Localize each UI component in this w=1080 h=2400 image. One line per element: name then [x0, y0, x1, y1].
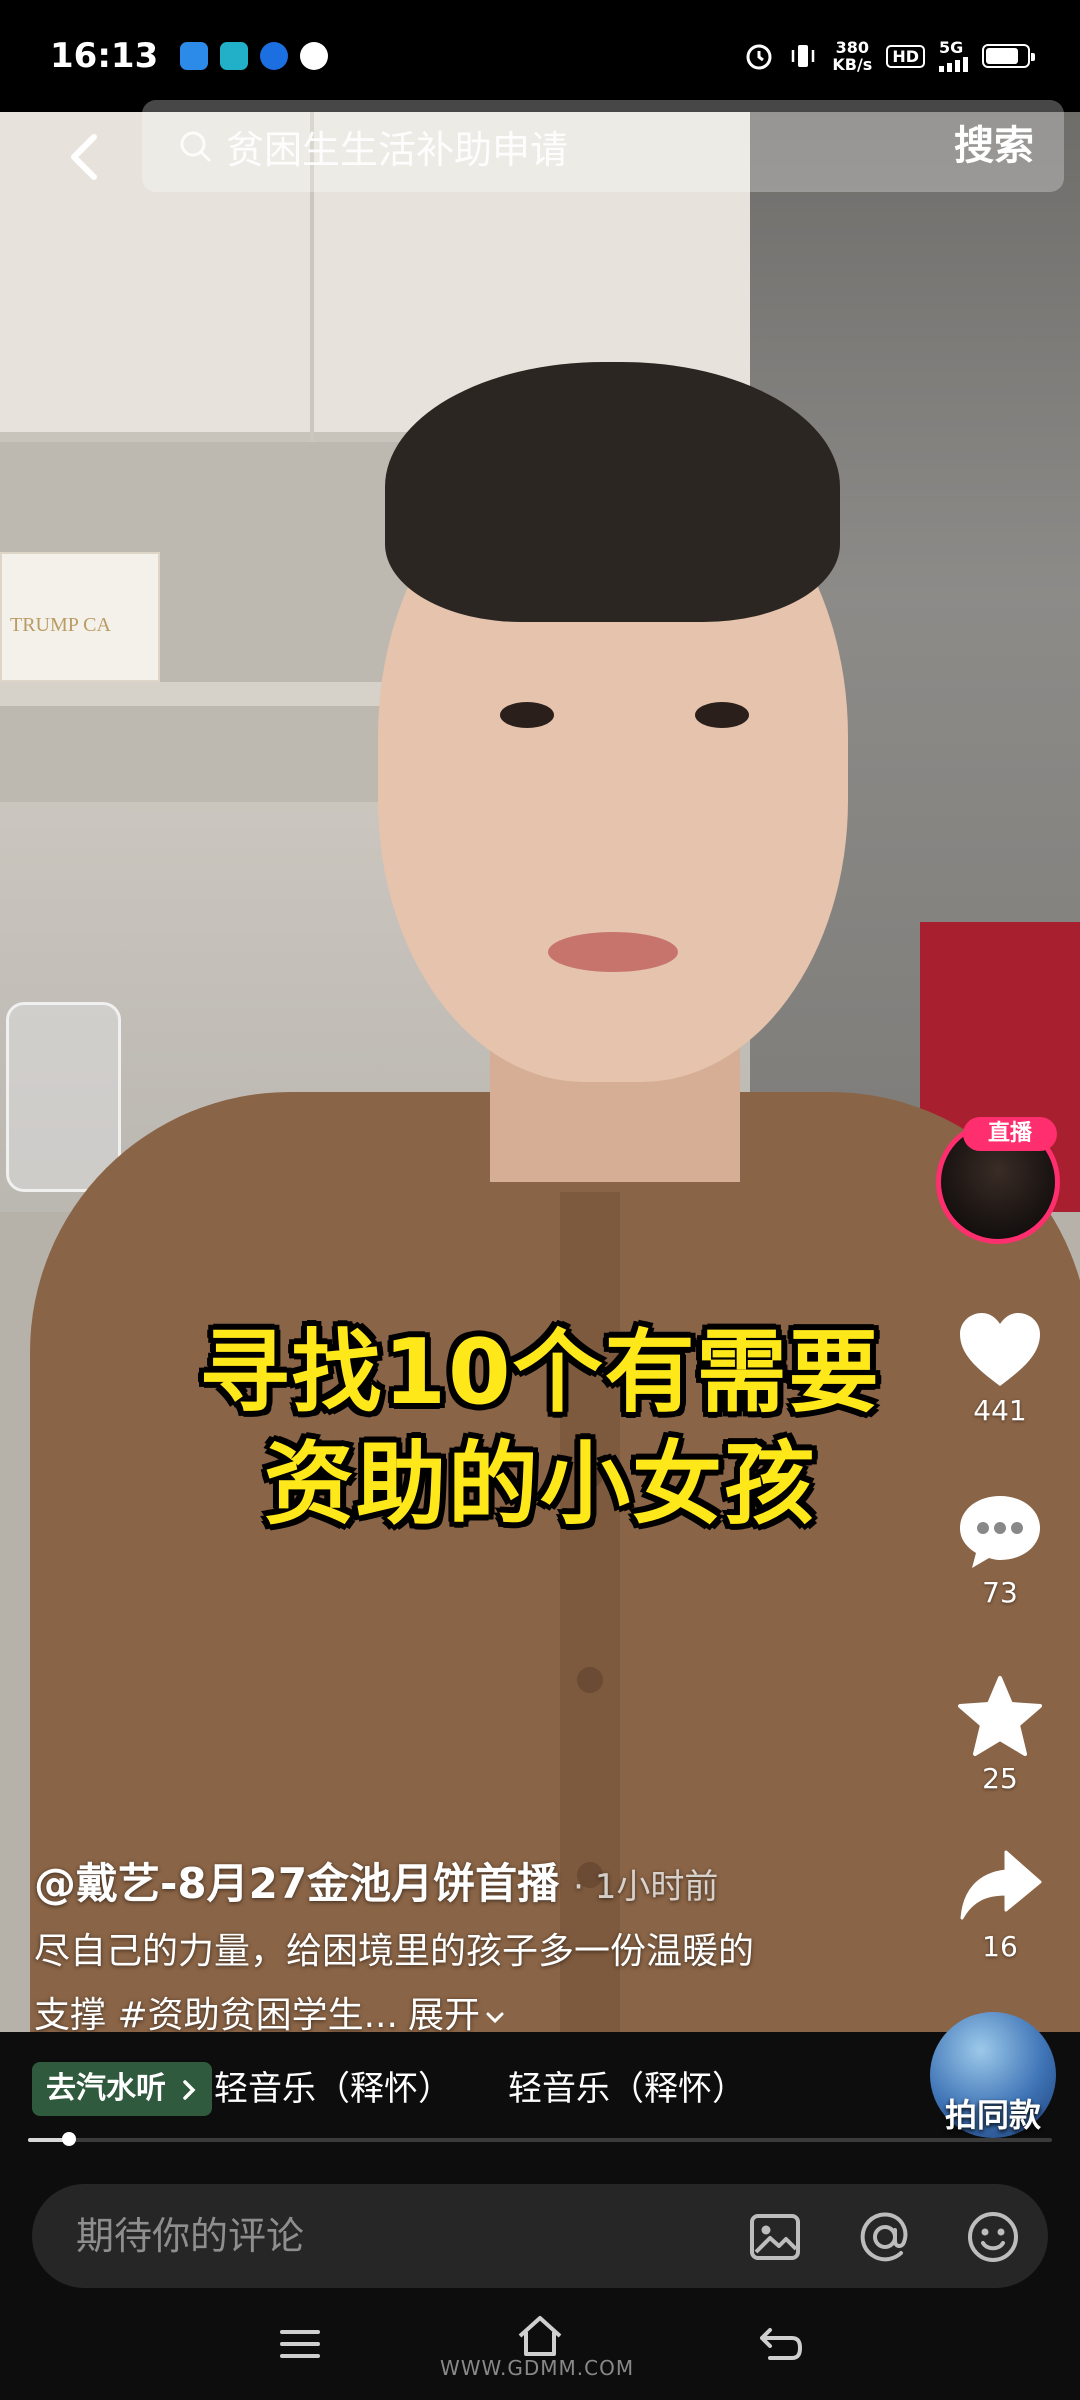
music-track-title-repeat: 轻音乐（释怀） — [508, 2069, 746, 2109]
vibrate-icon — [792, 45, 815, 67]
signal-bars-icon — [939, 56, 968, 72]
share-count: 16 — [982, 1930, 1018, 1963]
china-mobile-icon — [180, 42, 209, 70]
star-icon — [958, 1676, 1042, 1756]
system-nav-bar: WWW.GDMM.COM — [0, 2294, 1080, 2400]
at-mention-icon[interactable] — [856, 2208, 914, 2266]
status-app-icons — [180, 42, 329, 70]
post-time: · 1小时前 — [573, 1867, 719, 1907]
share-button[interactable]: 16 — [930, 1846, 1070, 1963]
battery-fill — [986, 48, 1018, 64]
comment-bubble-icon — [960, 1496, 1040, 1568]
qishui-music-button[interactable]: 去汽水听 — [32, 2062, 213, 2116]
battery-icon — [982, 44, 1035, 68]
heart-icon — [960, 1313, 1040, 1386]
author-line: @戴艺-8月27金池月饼首播 · 1小时前 — [34, 1850, 718, 1911]
shoot-same-button[interactable]: 拍同款 — [930, 2012, 1056, 2138]
trump-box: TRUMP CA — [0, 552, 160, 682]
post-description[interactable]: 尽自己的力量，给困境里的孩子多一份温暖的 支撑 #资助贫困学生... 展开 — [34, 1920, 854, 2048]
expand-button[interactable]: 展开 — [408, 1995, 506, 2036]
like-count: 441 — [973, 1394, 1027, 1427]
chevron-left-icon — [71, 134, 97, 180]
comment-button[interactable]: 73 — [930, 1492, 1070, 1609]
like-button[interactable]: 441 — [930, 1310, 1070, 1427]
glass-jar — [6, 1002, 121, 1192]
link-app-icon — [300, 42, 329, 70]
share-arrow-icon — [960, 1850, 1042, 1920]
comment-count: 73 — [982, 1576, 1018, 1609]
shoot-same-label: 拍同款 — [944, 2096, 1041, 2134]
author-name[interactable]: @戴艺-8月27金池月饼首播 — [34, 1859, 559, 1908]
menu-icon[interactable] — [272, 2316, 328, 2372]
comment-placeholder: 期待你的评论 — [76, 2214, 305, 2258]
image-icon[interactable] — [746, 2208, 804, 2266]
chevron-down-icon — [486, 2012, 504, 2024]
comment-input[interactable]: 期待你的评论 — [32, 2184, 1048, 2288]
hd-badge: HD — [886, 44, 925, 68]
search-bar[interactable]: 贫困生生活补助申请 搜索 — [142, 100, 1064, 192]
search-icon — [180, 131, 211, 162]
alarm-icon — [746, 44, 772, 70]
video-player[interactable]: TRUMP CA 寻找10个有需要 资助的小女孩 — [0, 112, 1080, 2032]
chevron-right-icon — [183, 2079, 196, 2100]
status-bar: 16:13 380 KB/s HD 5G — [0, 0, 1080, 112]
emoji-icon[interactable] — [964, 2208, 1022, 2266]
live-avatar[interactable]: 直播 — [936, 1117, 1060, 1244]
search-button[interactable]: 搜索 — [954, 100, 1034, 192]
back-button[interactable] — [40, 112, 130, 202]
live-badge: 直播 — [963, 1117, 1057, 1151]
video-progress-bar[interactable] — [28, 2132, 1052, 2146]
k-app-icon — [260, 42, 289, 70]
signal-5g: 5G — [939, 40, 968, 72]
status-time: 16:13 — [50, 36, 159, 76]
comment-bar: 期待你的评论 — [0, 2184, 1080, 2294]
progress-knob[interactable] — [61, 2132, 76, 2146]
favorite-count: 25 — [982, 1762, 1018, 1795]
net-speed: 380 KB/s — [832, 38, 873, 74]
back-nav-icon[interactable] — [752, 2316, 808, 2372]
app-notification-icon — [220, 42, 249, 70]
video-caption: 寻找10个有需要 资助的小女孩 — [199, 1320, 881, 1537]
favorite-button[interactable]: 25 — [930, 1674, 1070, 1795]
status-indicators: 380 KB/s HD 5G — [744, 38, 1035, 74]
search-input[interactable]: 贫困生生活补助申请 — [226, 119, 568, 174]
watermark: WWW.GDMM.COM — [440, 2356, 635, 2380]
music-track-title[interactable]: 轻音乐（释怀） — [214, 2062, 452, 2116]
person-hair — [385, 362, 840, 622]
